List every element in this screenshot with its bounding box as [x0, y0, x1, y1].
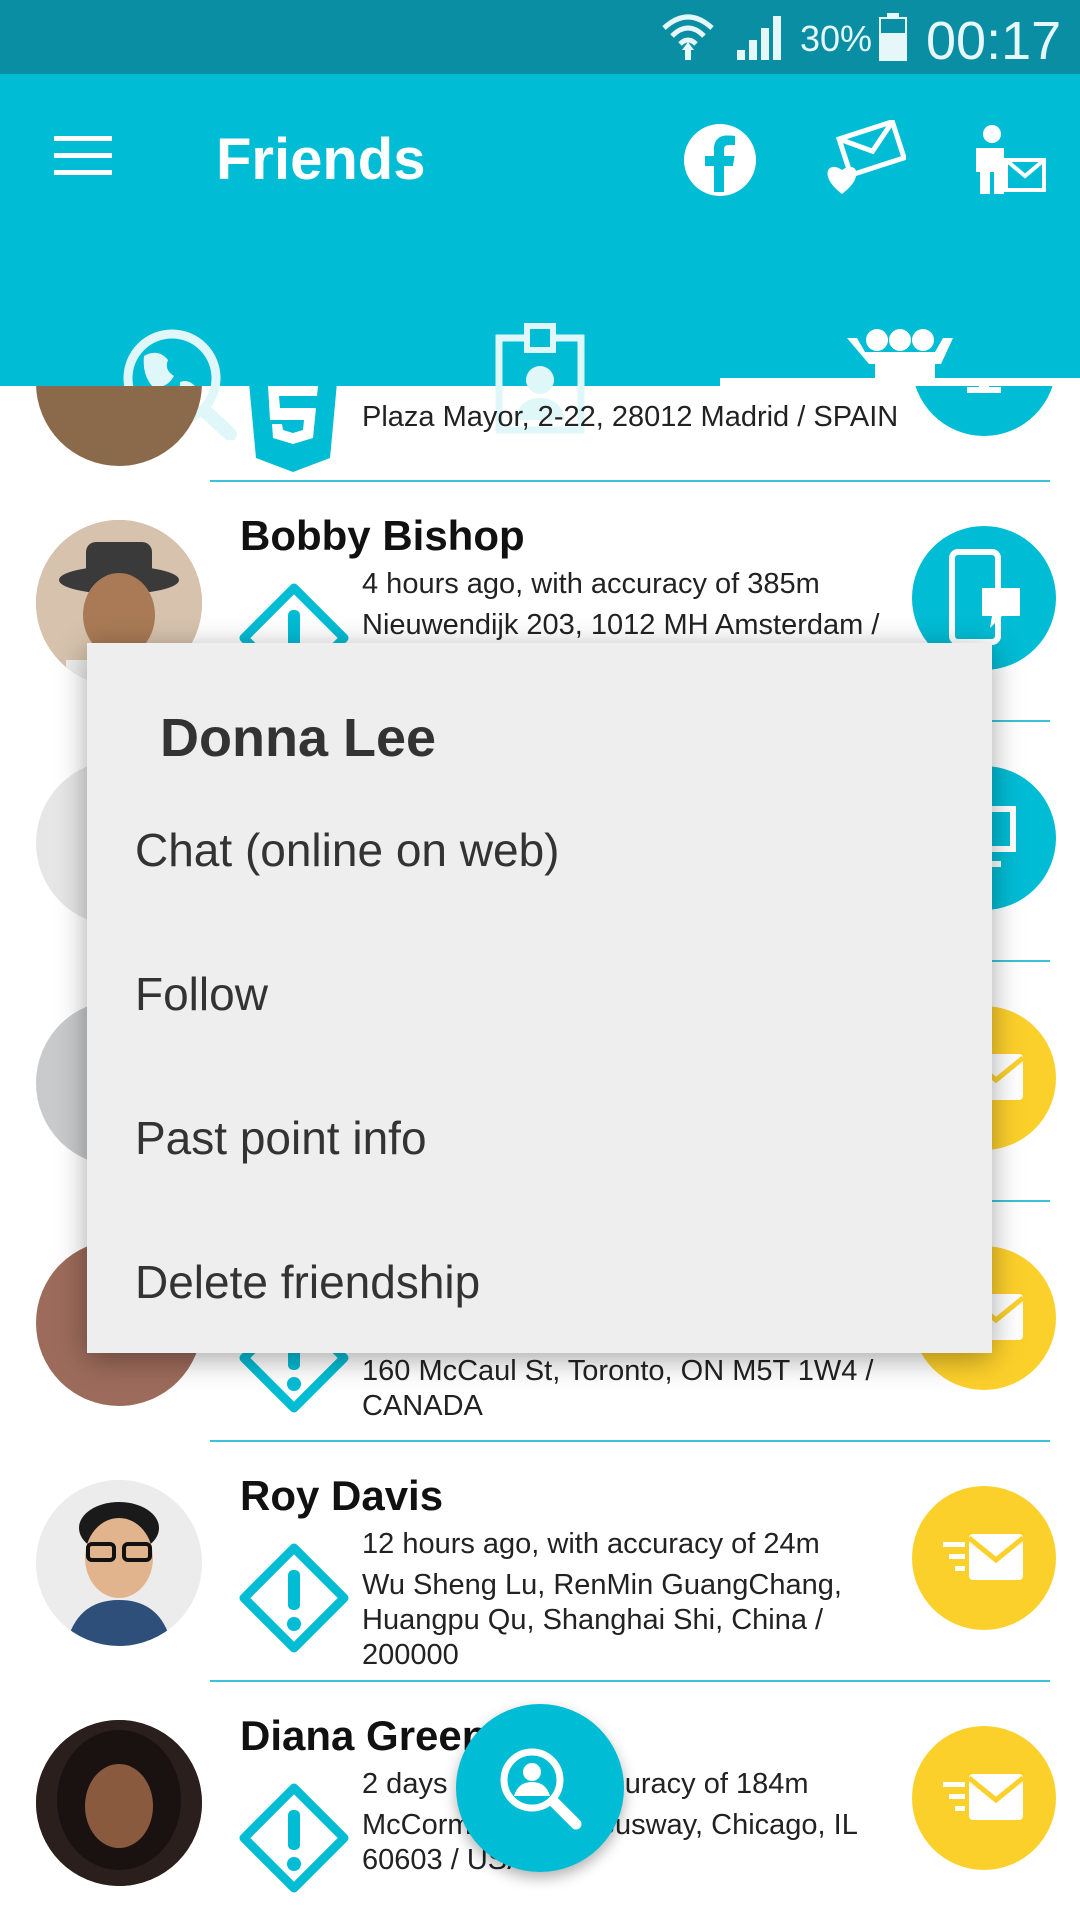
- search-friend-fab[interactable]: [456, 1704, 624, 1872]
- warning-icon: [239, 1543, 349, 1653]
- hamburger-menu-icon[interactable]: [54, 134, 112, 178]
- computer-icon: [967, 386, 1001, 393]
- send-mail-button[interactable]: [912, 1486, 1056, 1630]
- page-title: Friends: [216, 127, 426, 192]
- context-menu-title: Donna Lee: [160, 708, 437, 768]
- context-menu: Donna Lee Chat (online on web) Follow Pa…: [87, 643, 992, 1353]
- clock: 00:17: [926, 11, 1062, 71]
- friend-address: Wu Sheng Lu, RenMin GuangChang, Huangpu …: [362, 1569, 842, 1671]
- wifi-icon: [662, 14, 714, 60]
- friend-address: Nieuwendijk 203, 1012 MH Amsterdam /: [362, 609, 880, 641]
- friend-name: Diana Green: [240, 1712, 488, 1759]
- friend-last-seen: 4 hours ago, with accuracy of 385m: [362, 568, 820, 600]
- status-bar: 30% 00:17: [0, 0, 1080, 74]
- mobile-chat-icon: [949, 549, 1020, 645]
- battery-icon: [879, 13, 907, 61]
- warning-icon: [239, 1783, 349, 1893]
- menu-item-follow[interactable]: Follow: [135, 967, 268, 1021]
- send-mail-button[interactable]: [912, 1726, 1056, 1870]
- menu-item-chat[interactable]: Chat (online on web): [135, 823, 559, 877]
- friend-name: Bobby Bishop: [240, 512, 525, 559]
- facebook-icon[interactable]: [682, 122, 758, 198]
- send-mail-icon: [943, 1534, 1025, 1580]
- friend-name: Roy Davis: [240, 1472, 444, 1519]
- avatar: [36, 1720, 202, 1886]
- send-mail-icon: [943, 1774, 1025, 1820]
- menu-item-delete-friendship[interactable]: Delete friendship: [135, 1255, 480, 1309]
- app-bar: Friends: [0, 74, 1080, 440]
- battery-percent: 30%: [800, 18, 873, 59]
- search-user-icon: [500, 1748, 582, 1830]
- signal-icon: [737, 16, 781, 60]
- list-item[interactable]: Roy Davis 12 hours ago, with accuracy of…: [0, 1442, 1080, 1682]
- computer-button[interactable]: [912, 386, 1056, 436]
- avatar: [36, 1480, 202, 1646]
- html5-icon: [249, 386, 337, 472]
- selected-tab-indicator: [720, 378, 1080, 386]
- tab-friends[interactable]: [720, 254, 1080, 426]
- tab-profile-badge[interactable]: [360, 254, 720, 434]
- tab-world-search[interactable]: [0, 254, 360, 440]
- invite-friend-icon[interactable]: [970, 124, 1046, 196]
- friend-address: Plaza Mayor, 2-22, 28012 Madrid / SPAIN: [362, 401, 899, 433]
- friend-last-seen: 12 hours ago, with accuracy of 24m: [362, 1528, 820, 1560]
- love-mail-icon[interactable]: [826, 120, 906, 196]
- menu-item-past-point-info[interactable]: Past point info: [135, 1111, 427, 1165]
- list-item[interactable]: Plaza Mayor, 2-22, 28012 Madrid / SPAIN: [0, 386, 1080, 480]
- friend-address: McCormick Place Busway, Chicago, IL 6060…: [362, 1809, 857, 1876]
- avatar: [36, 386, 202, 466]
- friend-address: 160 McCaul St, Toronto, ON M5T 1W4 / CAN…: [362, 1355, 874, 1422]
